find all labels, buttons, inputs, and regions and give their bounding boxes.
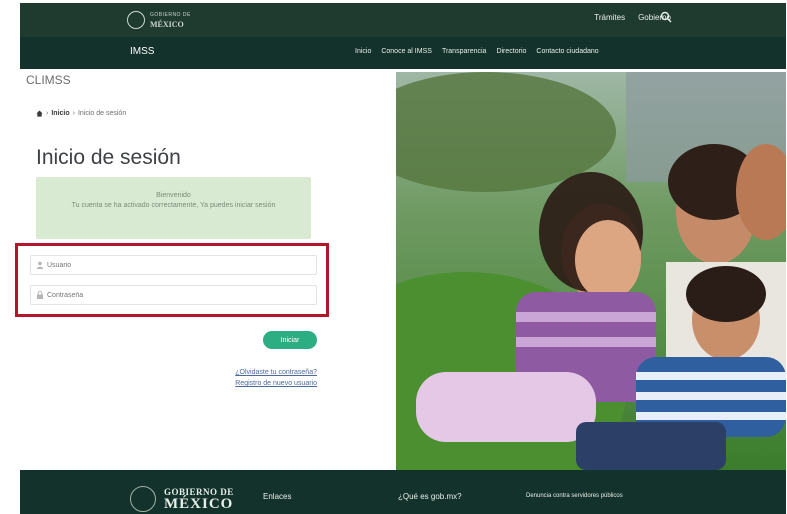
account-links: ¿Olvidaste tu contraseña? Registro de nu…: [235, 367, 317, 389]
site-name: CLIMSS: [26, 73, 71, 87]
family-photo: [396, 72, 786, 470]
breadcrumb-separator-2: ›: [72, 110, 75, 117]
nav-conoce-imss[interactable]: Conoce al IMSS: [381, 48, 432, 55]
nav-contacto[interactable]: Contacto ciudadano: [536, 48, 598, 55]
link-tramites[interactable]: Trámites: [594, 13, 625, 22]
alert-message: Tu cuenta se ha activado correctamente, …: [71, 202, 276, 209]
logo-text-bottom: MÉXICO: [150, 20, 184, 29]
seal-icon: [127, 11, 145, 29]
home-icon[interactable]: [36, 110, 43, 117]
main-navbar: IMSS Inicio Conoce al IMSS Transparencia…: [20, 37, 786, 69]
alert-welcome: Bienvenido: [156, 192, 191, 199]
forgot-password-link[interactable]: ¿Olvidaste tu contraseña?: [235, 367, 317, 378]
footer-logo[interactable]: GOBIERNO DE MÉXICO: [130, 486, 234, 512]
nav-directorio[interactable]: Directorio: [496, 48, 526, 55]
breadcrumb-home[interactable]: Inicio: [51, 110, 69, 117]
footer-enlaces[interactable]: Enlaces: [263, 492, 291, 501]
logo-text-top: GOBIERNO DE: [150, 12, 191, 18]
gobierno-mexico-logo[interactable]: GOBIERNO DE MÉXICO: [127, 8, 197, 32]
seal-icon: [130, 486, 156, 512]
breadcrumb-current: Inicio de sesión: [77, 110, 127, 117]
footer-que-es-gob[interactable]: ¿Qué es gob.mx?: [398, 492, 462, 501]
footer-logo-bottom: MÉXICO: [164, 496, 234, 512]
breadcrumb-separator: ›: [46, 110, 49, 117]
register-link[interactable]: Registro de nuevo usuario: [235, 378, 317, 389]
login-fields-highlight: [15, 243, 329, 317]
brand-imss[interactable]: IMSS: [130, 46, 154, 57]
nav-inicio[interactable]: Inicio: [355, 48, 371, 55]
success-alert: Bienvenido Tu cuenta se ha activado corr…: [36, 177, 311, 239]
nav-menu: Inicio Conoce al IMSS Transparencia Dire…: [355, 48, 599, 55]
top-header: GOBIERNO DE MÉXICO Trámites Gobierno: [20, 3, 786, 37]
breadcrumb: › Inicio › Inicio de sesión: [36, 110, 126, 117]
page-title: Inicio de sesión: [36, 146, 181, 169]
footer: GOBIERNO DE MÉXICO Enlaces ¿Qué es gob.m…: [20, 470, 786, 514]
footer-denuncia[interactable]: Denuncia contra servidores públicos: [526, 493, 623, 499]
login-button[interactable]: Iniciar: [263, 331, 317, 349]
search-icon[interactable]: [660, 11, 672, 23]
nav-transparencia[interactable]: Transparencia: [442, 48, 487, 55]
